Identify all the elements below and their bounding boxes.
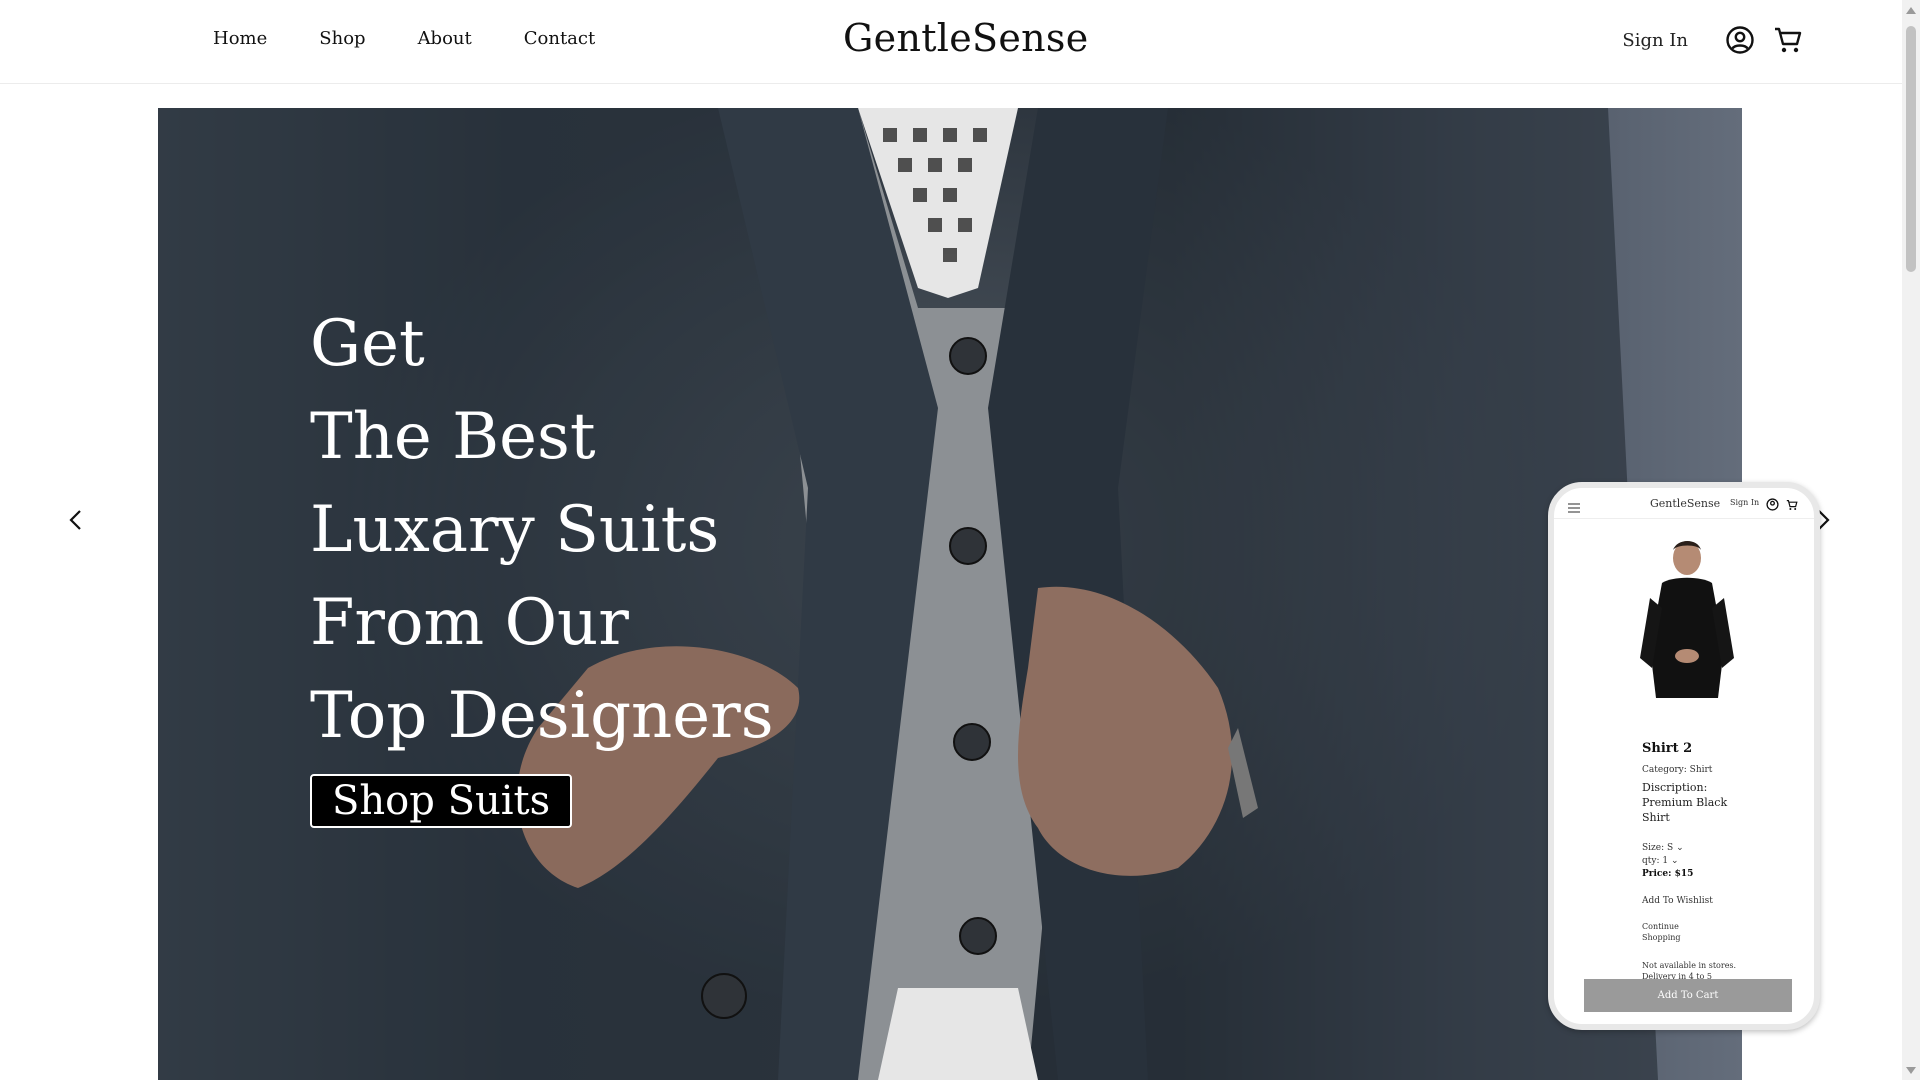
headline-line: Luxary Suits (310, 493, 720, 567)
nav-shop[interactable]: Shop (319, 28, 365, 49)
headline-line: Top Designers (310, 679, 774, 753)
phone-preview: GentleSense Sign In Shirt 2 Category: Sh… (1548, 482, 1820, 1030)
phone-brand: GentleSense (1650, 497, 1721, 510)
cart-icon[interactable] (1772, 24, 1804, 56)
nav-home[interactable]: Home (213, 28, 267, 49)
scrollbar-thumb[interactable] (1906, 26, 1916, 272)
add-to-cart-button[interactable]: Add To Cart (1584, 979, 1792, 1012)
nav-about[interactable]: About (418, 28, 472, 49)
scroll-down-icon[interactable] (1906, 1067, 1916, 1074)
product-image (1640, 541, 1734, 698)
headline-line: From Our (310, 586, 629, 660)
hero-headline: Get The Best Luxary Suits From Our Top D… (310, 298, 774, 763)
size-value: S (1667, 843, 1674, 853)
add-to-wishlist-link[interactable]: Add To Wishlist (1642, 896, 1713, 906)
site-header: Home Shop About Contact GentleSense Sign… (0, 0, 1902, 84)
phone-sign-in[interactable]: Sign In (1730, 498, 1759, 507)
brand-logo[interactable]: GentleSense (843, 16, 1089, 60)
menu-icon[interactable] (1568, 498, 1580, 517)
headline-line: Get (310, 307, 425, 381)
page-scrollbar[interactable] (1902, 0, 1920, 1080)
product-description: Discription: Premium Black Shirt (1642, 781, 1728, 824)
chevron-down-icon: ⌄ (1676, 843, 1684, 853)
header-actions: Sign In (1622, 24, 1804, 56)
qty-select[interactable]: qty: 1 ⌄ (1642, 856, 1679, 866)
user-circle-icon[interactable] (1766, 496, 1779, 515)
main-nav: Home Shop About Contact (213, 28, 647, 49)
user-circle-icon[interactable] (1724, 24, 1756, 56)
shop-suits-button[interactable]: Shop Suits (310, 774, 573, 828)
hero-banner: Get The Best Luxary Suits From Our Top D… (158, 108, 1742, 1080)
scroll-up-icon[interactable] (1906, 7, 1916, 14)
sign-in-link[interactable]: Sign In (1622, 30, 1688, 51)
product-price: Price: $15 (1642, 869, 1694, 879)
continue-shopping-link[interactable]: Continue Shopping (1642, 921, 1692, 943)
qty-label: qty: (1642, 856, 1660, 866)
nav-contact[interactable]: Contact (524, 28, 595, 49)
phone-header: GentleSense Sign In (1554, 488, 1814, 519)
qty-value: 1 (1662, 856, 1669, 866)
product-category: Category: Shirt (1642, 765, 1713, 775)
chevron-left-icon[interactable] (61, 505, 91, 535)
product-title: Shirt 2 (1642, 741, 1693, 756)
size-label: Size: (1642, 843, 1665, 853)
cart-icon[interactable] (1786, 496, 1798, 515)
headline-line: The Best (310, 400, 596, 474)
size-select[interactable]: Size: S ⌄ (1642, 843, 1684, 853)
chevron-down-icon: ⌄ (1670, 856, 1679, 866)
